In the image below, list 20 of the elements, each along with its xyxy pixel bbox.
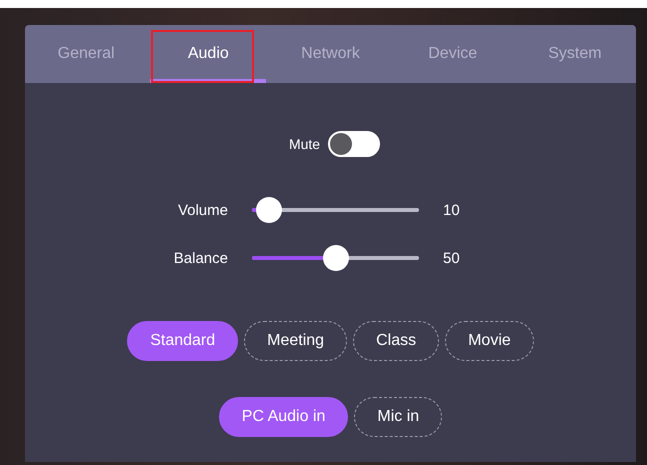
slider[interactable] [252,197,419,223]
slider[interactable] [252,245,419,271]
tab[interactable]: System [514,25,636,83]
sound-mode-button[interactable]: Meeting [244,321,348,361]
tab[interactable]: Device [392,25,514,83]
slider-label: Volume [176,202,229,218]
audio-source-button[interactable]: PC Audio in [218,397,348,437]
slider-thumb[interactable] [256,197,282,223]
tab[interactable]: Network [269,25,392,83]
slider-value: 50 [442,250,461,266]
slider-thumb[interactable] [322,245,348,271]
mute-label: Mute [288,136,320,152]
sound-mode-button[interactable]: Standard [127,321,238,361]
slider-label: Balance [172,250,229,266]
sound-mode-button[interactable]: Movie [445,321,534,361]
tab[interactable]: General [25,25,148,83]
slider-value: 10 [442,202,461,218]
sound-mode-button[interactable]: Class [353,321,440,361]
mute-toggle[interactable] [328,131,380,157]
audio-source-button[interactable]: Mic in [354,397,442,437]
